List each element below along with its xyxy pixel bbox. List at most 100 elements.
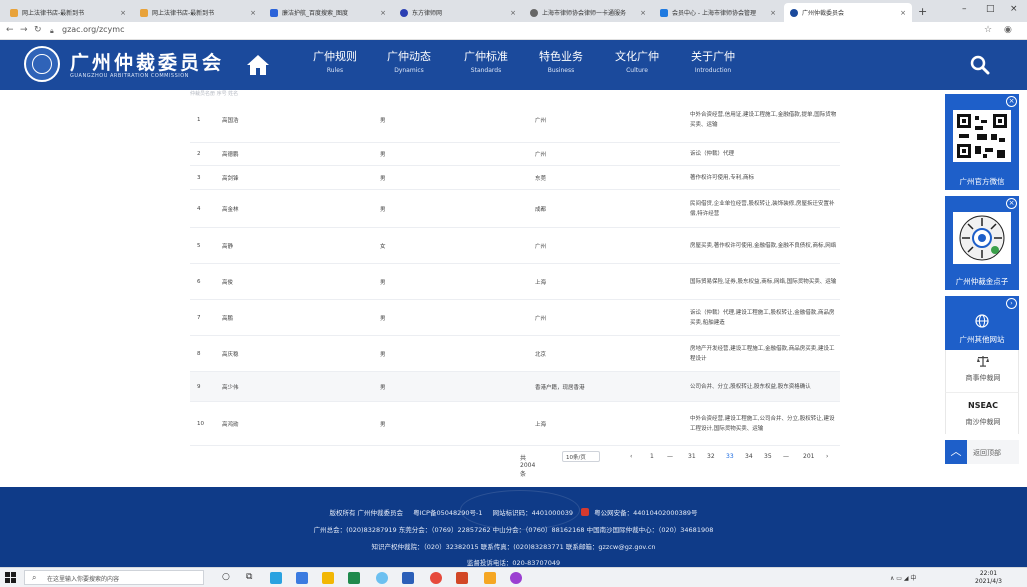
nav-business[interactable]: 特色业务 Business xyxy=(532,48,590,74)
logo-emblem-icon[interactable] xyxy=(24,46,60,82)
tab-close-icon[interactable]: × xyxy=(250,9,256,17)
chrome-app-icon[interactable] xyxy=(430,572,442,584)
tab-close-icon[interactable]: × xyxy=(510,9,516,17)
taskbar-app-icon[interactable] xyxy=(484,572,496,584)
windows-start-icon[interactable] xyxy=(5,572,16,583)
collapse-icon[interactable]: › xyxy=(1006,298,1017,309)
bookmark-star-icon[interactable]: ☆ xyxy=(984,25,992,35)
address-bar: ← → ↻ 🔒︎ gzac.org/zcymc ☆ ◉ xyxy=(0,22,1027,40)
cell-location: 广州 xyxy=(535,315,547,322)
home-icon[interactable] xyxy=(246,54,270,76)
tab-close-icon[interactable]: × xyxy=(640,9,646,17)
taskbar-search-input[interactable]: ⌕ 在这里输入你要搜索的内容 xyxy=(24,570,204,585)
nav-sublabel: Culture xyxy=(626,67,648,74)
tab-title: 网上法律书店-最新到书 xyxy=(22,10,85,17)
page-link[interactable]: 201 xyxy=(803,453,814,460)
cell-location: 广州 xyxy=(535,152,547,158)
profile-icon[interactable]: ◉ xyxy=(1004,25,1012,35)
back-arrow-icon[interactable]: ← xyxy=(6,25,14,35)
close-icon[interactable]: × xyxy=(1006,198,1017,209)
taskbar-app-icon[interactable] xyxy=(296,572,308,584)
back-to-top[interactable]: ︿ 返回顶部 xyxy=(945,440,1019,464)
page-ellipsis[interactable]: — xyxy=(783,453,789,460)
cortana-icon[interactable]: ○ xyxy=(222,572,230,582)
page-link[interactable]: 35 xyxy=(764,453,772,460)
cell-name[interactable]: 高鹏 xyxy=(222,314,233,322)
browser-tab-active[interactable]: 广州仲裁委员会 × xyxy=(784,3,912,22)
excel-app-icon[interactable] xyxy=(348,572,360,584)
forward-arrow-icon[interactable]: → xyxy=(20,25,28,35)
page-ellipsis[interactable]: — xyxy=(667,453,673,460)
page-link-current[interactable]: 33 xyxy=(726,453,734,460)
nansha-arbitration-link[interactable]: NSEAC 南沙仲裁网 xyxy=(945,392,1019,434)
page-size-select[interactable]: 10条/页 xyxy=(562,451,600,462)
nav-sublabel: Standards xyxy=(470,67,502,74)
cell-number: 1 xyxy=(197,117,201,123)
table-row: 4 高金林 男 成都 民间借贷,企业单位经营,股权转让,装饰装修,房屋拆迁安置补… xyxy=(190,190,840,228)
next-page-icon[interactable]: › xyxy=(826,453,828,460)
browser-tab[interactable]: 网上法律书店-最新到书 × xyxy=(134,3,262,22)
tab-close-icon[interactable]: × xyxy=(900,9,906,17)
cell-number: 6 xyxy=(197,278,201,285)
footer-copyright: 版权所有 广州仲裁委员会 xyxy=(329,509,404,517)
word-app-icon[interactable] xyxy=(402,572,414,584)
cell-number: 8 xyxy=(197,350,201,357)
browser-tab[interactable]: 网上法律书店-最新到书 × xyxy=(4,3,132,22)
page-link[interactable]: 1 xyxy=(650,453,654,460)
cell-name[interactable]: 高庆稳 xyxy=(222,350,239,358)
nav-dynamics[interactable]: 广仲动态 Dynamics xyxy=(380,48,438,74)
close-icon[interactable]: × xyxy=(1006,96,1017,107)
os-taskbar: ⌕ 在这里输入你要搜索的内容 ○ ⧉ ∧ ▭ ◢ 中 22:01 2021/4/… xyxy=(0,567,1027,587)
prev-page-icon[interactable]: ‹ xyxy=(630,453,632,460)
cell-name[interactable]: 高鸿勋 xyxy=(222,420,239,428)
cell-name[interactable]: 高剑锋 xyxy=(222,174,239,182)
edge-app-icon[interactable] xyxy=(270,572,282,584)
nav-standards[interactable]: 广仲标准 Standards xyxy=(457,48,515,74)
minimize-button[interactable]: – xyxy=(962,4,967,14)
table-row: 1 高国浩 男 广州 中外合资经营,信用证,建设工程施工,金融借款,提单,国际货… xyxy=(190,98,840,143)
cell-name[interactable]: 高静 xyxy=(222,242,233,250)
cell-expertise: 中外合资经营,建设工程施工,公司合并、分立,股权转让,建设工程设计,国际货物买卖… xyxy=(690,415,835,432)
tab-close-icon[interactable]: × xyxy=(380,9,386,17)
page-link[interactable]: 34 xyxy=(745,453,753,460)
cell-location: 成都 xyxy=(535,206,547,213)
browser-tab[interactable]: 东方律师网 × xyxy=(394,3,522,22)
cell-name[interactable]: 高金林 xyxy=(222,205,239,213)
nav-introduction[interactable]: 关于广仲 Introduction xyxy=(684,48,742,74)
close-window-button[interactable]: × xyxy=(1010,4,1018,14)
ideas-qr-card[interactable]: × 广州仲裁金点子 xyxy=(945,196,1019,290)
browser-tab[interactable]: 会员中心 - 上海市律师协会管理 × xyxy=(654,3,782,22)
folder-app-icon[interactable] xyxy=(322,572,334,584)
search-icon[interactable] xyxy=(970,55,990,75)
wechat-qr-card[interactable]: × 广州官方微信 xyxy=(945,94,1019,190)
reload-icon[interactable]: ↻ xyxy=(34,25,42,35)
cell-gender: 男 xyxy=(380,152,386,158)
browser-tab[interactable]: 上海市律师协会律师一卡通服务 × xyxy=(524,3,652,22)
taskbar-app-icon[interactable] xyxy=(376,572,388,584)
nav-rules[interactable]: 广仲规则 Rules xyxy=(306,48,364,74)
page-link[interactable]: 31 xyxy=(688,453,696,460)
cell-name[interactable]: 高俊 xyxy=(222,278,233,286)
task-view-icon[interactable]: ⧉ xyxy=(246,572,252,582)
system-clock[interactable]: 22:01 2021/4/3 xyxy=(975,570,1002,586)
cell-gender: 男 xyxy=(380,384,386,391)
maximize-button[interactable]: □ xyxy=(986,4,995,14)
other-sites-card[interactable]: › 广州其他网站 xyxy=(945,296,1019,350)
url-field[interactable]: gzac.org/zcymc xyxy=(62,25,124,34)
commercial-arbitration-link[interactable]: 商事仲裁网 xyxy=(945,350,1019,392)
tab-close-icon[interactable]: × xyxy=(770,9,776,17)
cell-name[interactable]: 高少伟 xyxy=(222,383,239,391)
footer-police-record[interactable]: 粤公网安备：44010402000389号 xyxy=(594,509,697,517)
nav-culture[interactable]: 文化广仲 Culture xyxy=(608,48,666,74)
browser-tab[interactable]: 廉洁护航_百度搜索_图度 × xyxy=(264,3,392,22)
powerpoint-app-icon[interactable] xyxy=(456,572,468,584)
taskbar-app-icon[interactable] xyxy=(510,572,522,584)
nav-label: 广仲标准 xyxy=(464,50,508,63)
page-link[interactable]: 32 xyxy=(707,453,715,460)
arrow-up-icon[interactable]: ︿ xyxy=(945,440,967,464)
system-tray[interactable]: ∧ ▭ ◢ 中 xyxy=(890,573,916,582)
tab-close-icon[interactable]: × xyxy=(120,9,126,17)
cell-name[interactable]: 高国浩 xyxy=(222,116,239,124)
new-tab-button[interactable]: + xyxy=(918,5,927,18)
cell-name[interactable]: 高德鹏 xyxy=(222,150,239,158)
